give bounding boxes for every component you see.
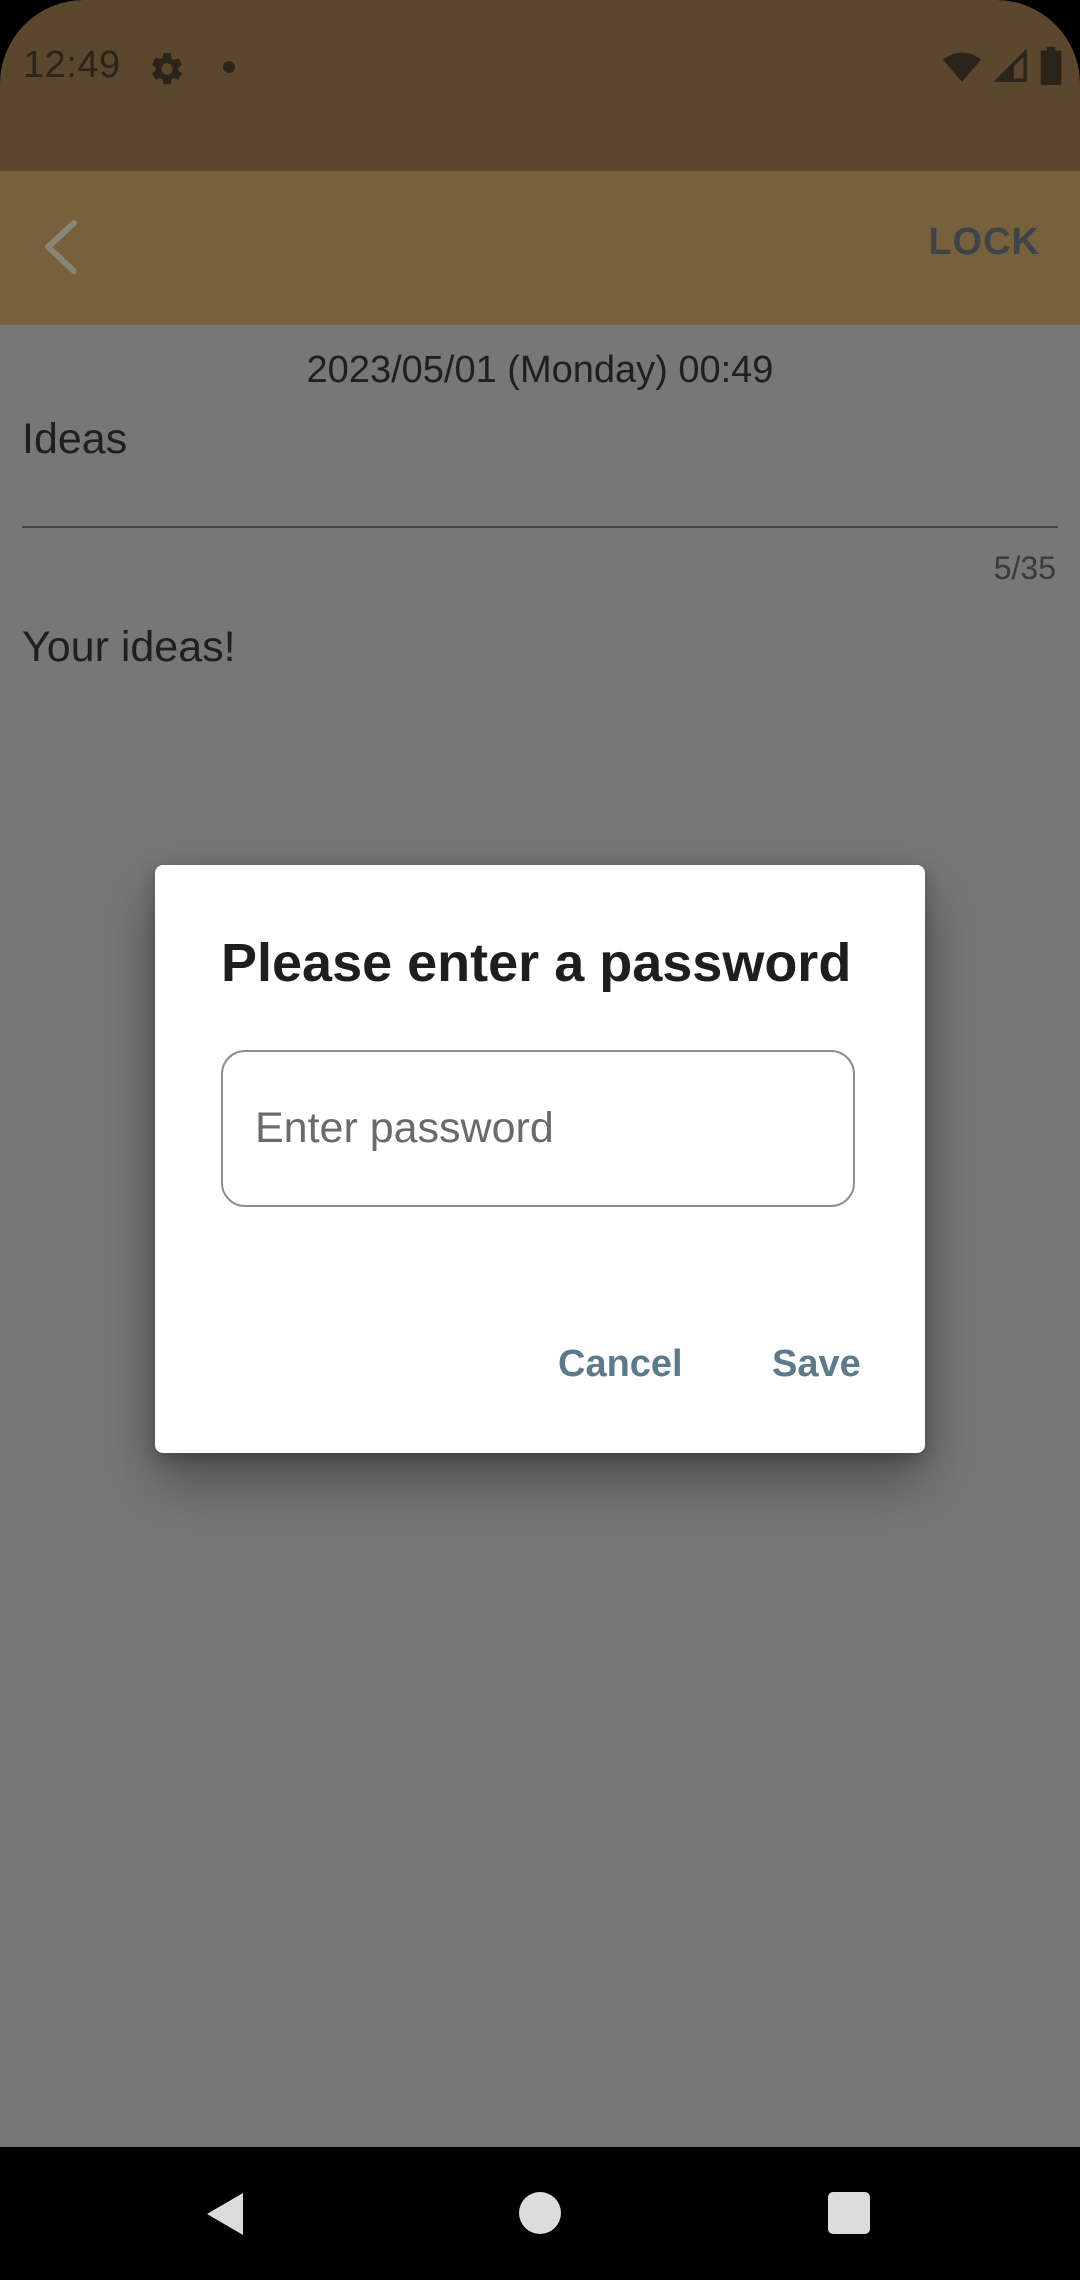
battery-icon: [1040, 46, 1062, 90]
password-dialog: Please enter a password Enter password C…: [155, 865, 925, 1453]
password-input[interactable]: Enter password: [221, 1050, 855, 1207]
notification-dot-icon: [223, 61, 235, 73]
dialog-title: Please enter a password: [221, 933, 852, 993]
recents-square-icon[interactable]: [828, 2192, 870, 2234]
wifi-icon: [942, 49, 982, 88]
lock-button[interactable]: LOCK: [928, 221, 1040, 264]
note-title-field[interactable]: Ideas: [22, 415, 1058, 528]
status-bar: 12:49: [0, 0, 1080, 171]
title-character-counter: 5/35: [993, 550, 1056, 586]
navigation-bar: [0, 2147, 1080, 2280]
status-icons: [942, 46, 1062, 90]
save-button[interactable]: Save: [772, 1343, 861, 1386]
home-circle-icon[interactable]: [519, 2192, 561, 2234]
cell-signal-icon: [993, 47, 1028, 88]
cancel-button[interactable]: Cancel: [558, 1343, 683, 1386]
password-placeholder: Enter password: [255, 1104, 554, 1152]
back-triangle-icon[interactable]: [205, 2191, 245, 2242]
gear-icon: [148, 50, 186, 88]
chevron-left-icon[interactable]: [30, 211, 90, 283]
app-bar: LOCK: [0, 171, 1080, 325]
note-date: 2023/05/01 (Monday) 00:49: [306, 349, 774, 391]
note-body[interactable]: Your ideas!: [22, 623, 236, 672]
screen: 12:49 LOCK 2023/05/01 (Monday) 00:49 Ide…: [0, 0, 1080, 2280]
note-title-text: Ideas: [22, 415, 128, 463]
status-time: 12:49: [23, 44, 121, 86]
